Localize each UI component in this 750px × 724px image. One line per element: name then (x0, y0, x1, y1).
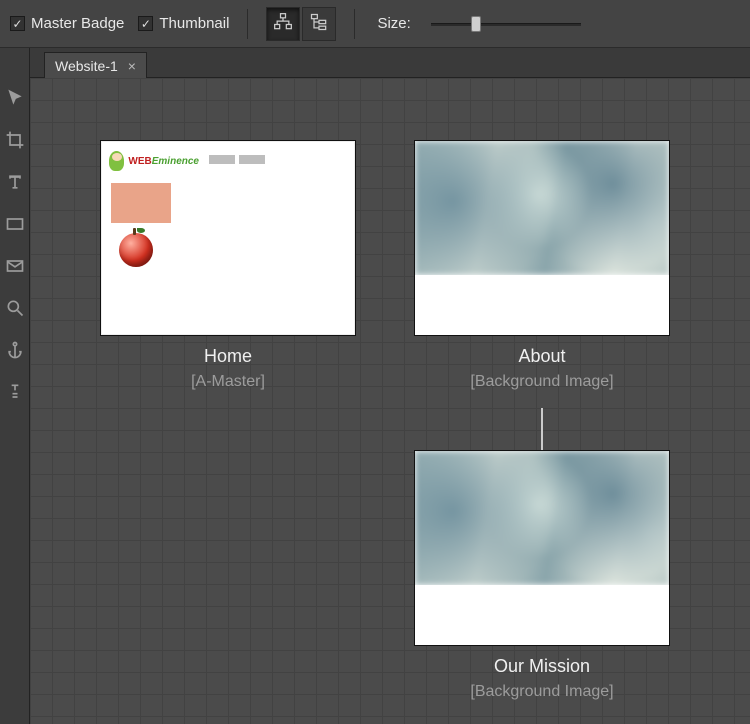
crop-icon (5, 130, 25, 153)
magnifier-icon (5, 298, 25, 321)
envelope-icon (5, 256, 25, 279)
page-thumbnail-home[interactable]: WEBEminence (100, 140, 356, 336)
page-connector (541, 408, 543, 450)
content-area (415, 275, 669, 335)
cursor-icon (5, 88, 25, 111)
page-master-label: [Background Image] (470, 683, 613, 701)
page-master-label: [A-Master] (191, 373, 265, 391)
page-master-label: [Background Image] (470, 373, 613, 391)
background-image-icon (415, 451, 669, 585)
divider (247, 9, 248, 39)
master-badge-label: Master Badge (31, 15, 124, 32)
options-bar: ✓ Master Badge ✓ Thumbnail (0, 0, 750, 48)
document-tab[interactable]: Website-1 × (44, 52, 147, 78)
slider-thumb-icon[interactable] (471, 16, 481, 32)
slider-track (431, 23, 581, 26)
mail-tool[interactable] (4, 256, 26, 278)
thumbnail-checkbox[interactable]: ✓ Thumbnail (138, 15, 229, 32)
vertical-text-tool[interactable] (4, 382, 26, 404)
tab-strip: Website-1 × (30, 48, 750, 78)
logo-text: WEBEminence (128, 156, 199, 167)
mascot-icon (109, 151, 124, 171)
thumbnail-label: Thumbnail (159, 15, 229, 32)
checkbox-icon: ✓ (10, 16, 25, 31)
page-card-home[interactable]: WEBEminence Home [A-Master] (100, 140, 356, 391)
crop-tool[interactable] (4, 130, 26, 152)
page-thumbnail-mission[interactable] (414, 450, 670, 646)
view-mode-group (266, 7, 336, 41)
logo: WEBEminence (109, 149, 199, 173)
page-title: Our Mission (494, 656, 590, 677)
page-title: Home (204, 346, 252, 367)
text-tool[interactable] (4, 172, 26, 194)
rectangle-tool[interactable] (4, 214, 26, 236)
background-image-icon (415, 141, 669, 275)
tab-label: Website-1 (55, 58, 118, 74)
sitemap-horizontal-icon (273, 12, 293, 35)
checkbox-icon: ✓ (138, 16, 153, 31)
nav-placeholder (209, 155, 265, 164)
page-thumbnail-about[interactable] (414, 140, 670, 336)
tool-column (0, 48, 30, 724)
close-icon: × (128, 58, 136, 74)
size-label: Size: (377, 15, 410, 32)
page-card-mission[interactable]: Our Mission [Background Image] (414, 450, 670, 701)
rectangle-icon (5, 214, 25, 237)
workspace: Website-1 × WEBEminence (0, 48, 750, 724)
anchor-tool[interactable] (4, 340, 26, 362)
zoom-tool[interactable] (4, 298, 26, 320)
selection-tool[interactable] (4, 88, 26, 110)
page-title: About (518, 346, 565, 367)
plan-canvas[interactable]: WEBEminence Home [A-Master] (30, 78, 750, 724)
content-area (415, 585, 669, 645)
size-slider[interactable] (431, 14, 581, 34)
divider (354, 9, 355, 39)
sitemap-vertical-icon (309, 12, 329, 35)
vertical-plan-button[interactable] (302, 7, 336, 41)
document-area: Website-1 × WEBEminence (30, 48, 750, 724)
logo-text-a: WEB (128, 156, 151, 167)
page-card-about[interactable]: About [Background Image] (414, 140, 670, 391)
master-badge-checkbox[interactable]: ✓ Master Badge (10, 15, 124, 32)
horizontal-plan-button[interactable] (266, 7, 300, 41)
content-block (111, 183, 171, 223)
tab-close-button[interactable]: × (128, 59, 136, 73)
text-icon (5, 172, 25, 195)
vertical-text-icon (5, 382, 25, 405)
anchor-icon (5, 340, 25, 363)
apple-image-icon (119, 233, 153, 267)
logo-text-b: Eminence (152, 156, 199, 167)
